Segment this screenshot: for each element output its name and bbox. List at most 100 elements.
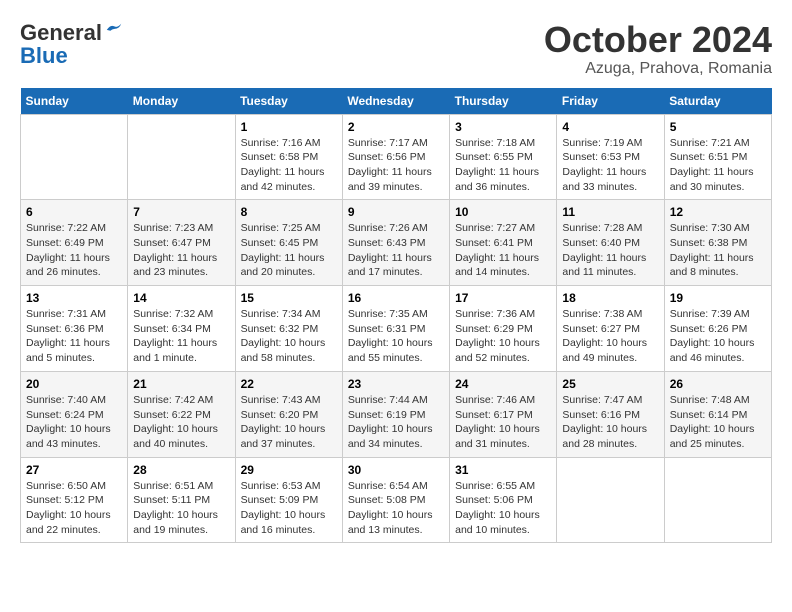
day-number: 20 (26, 377, 122, 391)
day-info: Sunrise: 7:46 AMSunset: 6:17 PMDaylight:… (455, 393, 551, 452)
calendar-cell: 16Sunrise: 7:35 AMSunset: 6:31 PMDayligh… (342, 286, 449, 372)
day-info: Sunrise: 7:44 AMSunset: 6:19 PMDaylight:… (348, 393, 444, 452)
calendar-cell: 8 Sunrise: 7:25 AMSunset: 6:45 PMDaylight… (235, 200, 342, 286)
day-number: 31 (455, 463, 551, 477)
day-number: 14 (133, 291, 229, 305)
week-row-5: 27Sunrise: 6:50 AMSunset: 5:12 PMDayligh… (21, 457, 772, 543)
day-number: 7 (133, 205, 229, 219)
week-row-3: 13Sunrise: 7:31 AMSunset: 6:36 PMDayligh… (21, 286, 772, 372)
calendar-cell: 28 Sunrise: 6:51 AMSunset: 5:11 PMDayligh… (128, 457, 235, 543)
day-info: Sunrise: 7:28 AMSunset: 6:40 PMDaylight:… (562, 221, 658, 280)
day-number: 9 (348, 205, 444, 219)
day-info: Sunrise: 7:17 AMSunset: 6:56 PMDaylight:… (348, 136, 444, 195)
calendar-cell: 27Sunrise: 6:50 AMSunset: 5:12 PMDayligh… (21, 457, 128, 543)
day-info: Sunrise: 6:54 AMSunset: 5:08 PMDaylight:… (348, 479, 444, 538)
day-info: Sunrise: 6:53 AMSunset: 5:09 PMDaylight:… (241, 479, 337, 538)
calendar-cell: 23Sunrise: 7:44 AMSunset: 6:19 PMDayligh… (342, 371, 449, 457)
calendar-cell: 25Sunrise: 7:47 AMSunset: 6:16 PMDayligh… (557, 371, 664, 457)
calendar-cell: 4Sunrise: 7:19 AMSunset: 6:53 PMDaylight… (557, 114, 664, 200)
calendar-cell: 20 Sunrise: 7:40 AMSunset: 6:24 PMDayligh… (21, 371, 128, 457)
calendar-cell: 14 Sunrise: 7:32 AMSunset: 6:34 PMDayligh… (128, 286, 235, 372)
day-number: 1 (241, 120, 337, 134)
header-tuesday: Tuesday (235, 88, 342, 115)
calendar-cell: 11Sunrise: 7:28 AMSunset: 6:40 PMDayligh… (557, 200, 664, 286)
day-info: Sunrise: 7:19 AMSunset: 6:53 PMDaylight:… (562, 136, 658, 195)
calendar-cell: 31 Sunrise: 6:55 AMSunset: 5:06 PMDayligh… (450, 457, 557, 543)
calendar-cell: 5Sunrise: 7:21 AMSunset: 6:51 PMDaylight… (664, 114, 771, 200)
day-number: 3 (455, 120, 551, 134)
day-number: 27 (26, 463, 122, 477)
calendar-cell: 21 Sunrise: 7:42 AMSunset: 6:22 PMDayligh… (128, 371, 235, 457)
page-title: October 2024 (544, 20, 772, 60)
title-section: October 2024 Azuga, Prahova, Romania (544, 20, 772, 78)
calendar-cell: 24 Sunrise: 7:46 AMSunset: 6:17 PMDayligh… (450, 371, 557, 457)
calendar-cell: 12 Sunrise: 7:30 AMSunset: 6:38 PMDayligh… (664, 200, 771, 286)
week-row-4: 20 Sunrise: 7:40 AMSunset: 6:24 PMDayligh… (21, 371, 772, 457)
calendar-cell: 7 Sunrise: 7:23 AMSunset: 6:47 PMDaylight… (128, 200, 235, 286)
calendar-cell: 1Sunrise: 7:16 AMSunset: 6:58 PMDaylight… (235, 114, 342, 200)
day-info: Sunrise: 7:36 AMSunset: 6:29 PMDaylight:… (455, 307, 551, 366)
calendar-cell: 29 Sunrise: 6:53 AMSunset: 5:09 PMDayligh… (235, 457, 342, 543)
day-info: Sunrise: 7:18 AMSunset: 6:55 PMDaylight:… (455, 136, 551, 195)
calendar-cell: 26 Sunrise: 7:48 AMSunset: 6:14 PMDayligh… (664, 371, 771, 457)
calendar-cell: 9 Sunrise: 7:26 AMSunset: 6:43 PMDaylight… (342, 200, 449, 286)
calendar-cell (664, 457, 771, 543)
day-number: 17 (455, 291, 551, 305)
calendar-cell: 13Sunrise: 7:31 AMSunset: 6:36 PMDayligh… (21, 286, 128, 372)
day-number: 28 (133, 463, 229, 477)
day-info: Sunrise: 7:39 AMSunset: 6:26 PMDaylight:… (670, 307, 766, 366)
day-info: Sunrise: 7:21 AMSunset: 6:51 PMDaylight:… (670, 136, 766, 195)
day-number: 2 (348, 120, 444, 134)
day-number: 8 (241, 205, 337, 219)
day-number: 26 (670, 377, 766, 391)
day-number: 25 (562, 377, 658, 391)
header-friday: Friday (557, 88, 664, 115)
day-info: Sunrise: 7:42 AMSunset: 6:22 PMDaylight:… (133, 393, 229, 452)
header-monday: Monday (128, 88, 235, 115)
calendar-cell: 22 Sunrise: 7:43 AMSunset: 6:20 PMDayligh… (235, 371, 342, 457)
day-number: 30 (348, 463, 444, 477)
day-info: Sunrise: 7:40 AMSunset: 6:24 PMDaylight:… (26, 393, 122, 452)
week-row-1: 1Sunrise: 7:16 AMSunset: 6:58 PMDaylight… (21, 114, 772, 200)
day-info: Sunrise: 7:26 AMSunset: 6:43 PMDaylight:… (348, 221, 444, 280)
day-number: 24 (455, 377, 551, 391)
day-info: Sunrise: 7:22 AMSunset: 6:49 PMDaylight:… (26, 221, 122, 280)
day-info: Sunrise: 7:32 AMSunset: 6:34 PMDaylight:… (133, 307, 229, 366)
day-number: 6 (26, 205, 122, 219)
calendar-cell (557, 457, 664, 543)
logo-text-blue: Blue (20, 43, 68, 69)
calendar-cell: 17 Sunrise: 7:36 AMSunset: 6:29 PMDayligh… (450, 286, 557, 372)
logo-bird-icon (105, 22, 123, 36)
calendar-cell: 19 Sunrise: 7:39 AMSunset: 6:26 PMDayligh… (664, 286, 771, 372)
day-number: 10 (455, 205, 551, 219)
calendar-cell: 15Sunrise: 7:34 AMSunset: 6:32 PMDayligh… (235, 286, 342, 372)
calendar-cell (128, 114, 235, 200)
day-info: Sunrise: 7:30 AMSunset: 6:38 PMDaylight:… (670, 221, 766, 280)
header-wednesday: Wednesday (342, 88, 449, 115)
day-info: Sunrise: 7:38 AMSunset: 6:27 PMDaylight:… (562, 307, 658, 366)
calendar-cell (21, 114, 128, 200)
week-row-2: 6 Sunrise: 7:22 AMSunset: 6:49 PMDaylight… (21, 200, 772, 286)
header-thursday: Thursday (450, 88, 557, 115)
day-number: 29 (241, 463, 337, 477)
day-info: Sunrise: 6:51 AMSunset: 5:11 PMDaylight:… (133, 479, 229, 538)
day-info: Sunrise: 7:23 AMSunset: 6:47 PMDaylight:… (133, 221, 229, 280)
day-number: 22 (241, 377, 337, 391)
calendar-cell: 10 Sunrise: 7:27 AMSunset: 6:41 PMDayligh… (450, 200, 557, 286)
day-info: Sunrise: 6:55 AMSunset: 5:06 PMDaylight:… (455, 479, 551, 538)
day-info: Sunrise: 7:25 AMSunset: 6:45 PMDaylight:… (241, 221, 337, 280)
page-header: General Blue October 2024 Azuga, Prahova… (20, 20, 772, 78)
day-number: 12 (670, 205, 766, 219)
calendar-cell: 30 Sunrise: 6:54 AMSunset: 5:08 PMDayligh… (342, 457, 449, 543)
day-info: Sunrise: 7:34 AMSunset: 6:32 PMDaylight:… (241, 307, 337, 366)
day-number: 21 (133, 377, 229, 391)
day-info: Sunrise: 7:27 AMSunset: 6:41 PMDaylight:… (455, 221, 551, 280)
day-number: 19 (670, 291, 766, 305)
day-info: Sunrise: 7:48 AMSunset: 6:14 PMDaylight:… (670, 393, 766, 452)
calendar-cell: 2 Sunrise: 7:17 AMSunset: 6:56 PMDaylight… (342, 114, 449, 200)
day-number: 18 (562, 291, 658, 305)
day-info: Sunrise: 7:43 AMSunset: 6:20 PMDaylight:… (241, 393, 337, 452)
day-number: 16 (348, 291, 444, 305)
page-subtitle: Azuga, Prahova, Romania (544, 60, 772, 78)
day-number: 13 (26, 291, 122, 305)
